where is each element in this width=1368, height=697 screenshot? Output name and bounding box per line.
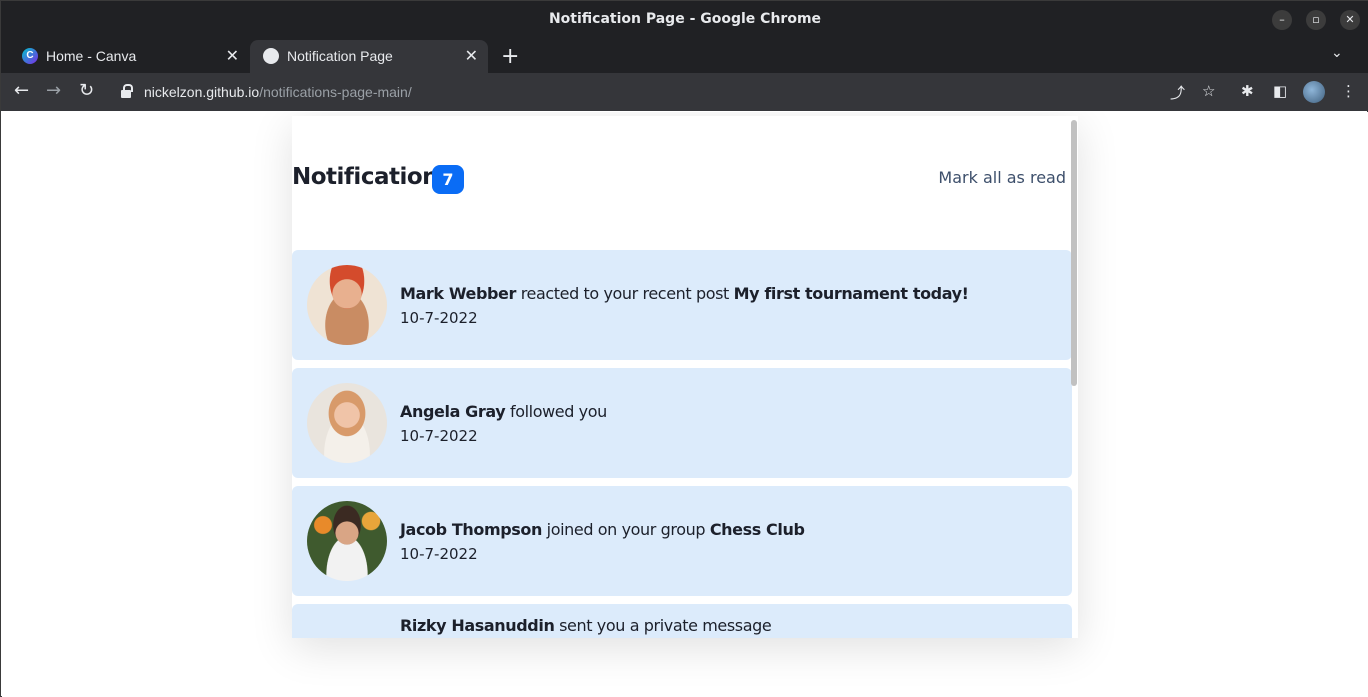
notification-target[interactable]: Chess Club — [710, 520, 805, 539]
share-icon[interactable]: ⤴ — [1170, 82, 1185, 103]
tab-label: Notification Page — [287, 48, 393, 64]
user-name[interactable]: Mark Webber — [400, 284, 516, 303]
lock-icon[interactable] — [121, 84, 133, 98]
unread-count-badge: 7 — [432, 165, 464, 194]
avatar — [307, 501, 387, 581]
tab-home-canva[interactable]: C Home - Canva ✕ — [9, 40, 249, 73]
notification-text: Angela Gray followed you — [400, 402, 607, 421]
notification-action: sent you a private message — [559, 616, 772, 635]
forward-button[interactable]: → — [46, 80, 61, 101]
notification-item[interactable]: Angela Gray followed you 10-7-2022 — [292, 368, 1072, 478]
minimize-button[interactable]: – — [1272, 10, 1292, 30]
tab-label: Home - Canva — [46, 48, 137, 64]
user-name[interactable]: Angela Gray — [400, 402, 506, 421]
extensions-icon[interactable]: ✱ — [1241, 82, 1254, 100]
page-viewport: Notifications 7 Mark all as read Mark We… — [2, 112, 1368, 697]
tab-strip: C Home - Canva ✕ Notification Page ✕ + ⌄ — [1, 39, 1368, 73]
title-bar: Notification Page - Google Chrome – ▫ ✕ — [1, 1, 1368, 39]
maximize-button[interactable]: ▫ — [1306, 10, 1326, 30]
reload-button[interactable]: ↻ — [79, 80, 94, 101]
user-name[interactable]: Rizky Hasanuddin — [400, 616, 555, 635]
browser-toolbar: ← → ↻ nickelzon.github.io/notifications-… — [1, 73, 1368, 111]
close-tab-icon[interactable]: ✕ — [465, 46, 478, 66]
user-name[interactable]: Jacob Thompson — [400, 520, 542, 539]
notification-target[interactable]: My first tournament today! — [734, 284, 969, 303]
url-host: nickelzon.github.io — [144, 84, 260, 100]
notification-item[interactable]: Jacob Thompson joined on your group Ches… — [292, 486, 1072, 596]
close-tab-icon[interactable]: ✕ — [226, 46, 239, 66]
notification-item[interactable]: Rizky Hasanuddin sent you a private mess… — [292, 604, 1072, 638]
address-bar[interactable]: nickelzon.github.io/notifications-page-m… — [111, 77, 1241, 107]
close-window-button[interactable]: ✕ — [1340, 10, 1360, 30]
bookmark-star-icon[interactable]: ☆ — [1202, 82, 1215, 100]
page-title: Notifications — [292, 164, 452, 190]
page-favicon-icon — [263, 48, 279, 64]
avatar — [307, 265, 387, 345]
profile-avatar[interactable] — [1303, 81, 1325, 103]
back-button[interactable]: ← — [14, 80, 29, 101]
mark-all-read-button[interactable]: Mark all as read — [938, 168, 1066, 187]
tab-search-button[interactable]: ⌄ — [1331, 45, 1343, 61]
side-panel-icon[interactable]: ◧ — [1273, 82, 1287, 100]
url-text[interactable]: nickelzon.github.io/notifications-page-m… — [144, 84, 412, 100]
notification-date: 10-7-2022 — [400, 309, 478, 327]
notification-text: Jacob Thompson joined on your group Ches… — [400, 520, 805, 539]
browser-window: Notification Page - Google Chrome – ▫ ✕ … — [0, 0, 1368, 697]
notification-text: Rizky Hasanuddin sent you a private mess… — [400, 616, 772, 635]
page-scrollbar[interactable] — [1071, 120, 1077, 386]
notification-action: joined on your group — [546, 520, 706, 539]
notification-action: reacted to your recent post — [520, 284, 730, 303]
notification-text: Mark Webber reacted to your recent post … — [400, 284, 969, 303]
chrome-menu-icon[interactable]: ⋮ — [1341, 82, 1356, 100]
notification-action: followed you — [509, 402, 607, 421]
tab-notification-page[interactable]: Notification Page ✕ — [250, 40, 488, 73]
notifications-card: Notifications 7 Mark all as read Mark We… — [292, 116, 1078, 638]
window-title: Notification Page - Google Chrome — [548, 11, 822, 27]
notification-date: 10-7-2022 — [400, 427, 478, 445]
url-path: /notifications-page-main/ — [259, 84, 412, 100]
notification-date: 10-7-2022 — [400, 545, 478, 563]
notification-item[interactable]: Mark Webber reacted to your recent post … — [292, 250, 1072, 360]
avatar — [307, 619, 387, 638]
avatar — [307, 383, 387, 463]
canva-icon: C — [22, 48, 38, 64]
new-tab-button[interactable]: + — [501, 44, 519, 69]
